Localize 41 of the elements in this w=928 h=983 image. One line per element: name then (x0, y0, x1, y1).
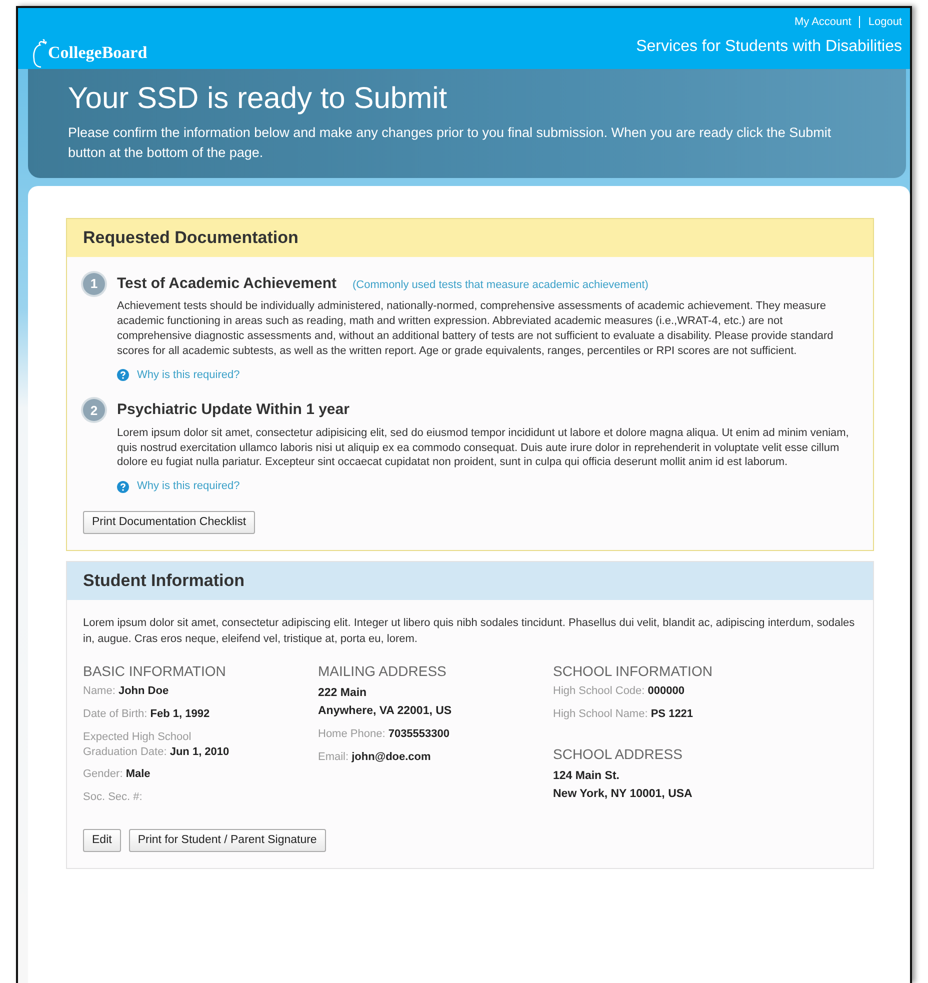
help-link[interactable]: Why is this required? (137, 478, 240, 495)
address-line: New York, NY 10001, USA (553, 786, 694, 802)
column-heading: SCHOOL INFORMATION (553, 663, 714, 680)
item-description: Achievement tests should be individually administered, nationally-normed, comprehensive assessments of academic achievement. They measure academic functioning in areas such as reading, math and written expression. Abbreviated academic measures (i.e.,WRAT-4, etc.) are not comprehensive diagnostic assessments and, without an additional battery of tests are not sufficient to evaluate a disability. Please provide standard scores for all academic subtests, as well as the written report. Age or grade equivalents, ranges, percentiles or RPI scores are not sufficient. (117, 299, 834, 359)
site-subtitle: Services for Students with Disabilities (636, 36, 902, 56)
page-title: Your SSD is ready to Submit (68, 81, 448, 117)
info-field: Home Phone: 7035553300 (318, 726, 553, 742)
header-link[interactable]: Logout (868, 14, 902, 30)
column-heading: MAILING ADDRESS (318, 663, 448, 680)
step-number: 1 (83, 272, 105, 295)
edit-button[interactable]: Edit (83, 829, 121, 852)
print-checklist-button[interactable]: Print Documentation Checklist (83, 510, 256, 534)
info-field: Gender: Male (83, 767, 248, 782)
address-line: Anywhere, VA 22001, US (318, 704, 453, 720)
section-intro: Lorem ipsum dolor sit amet, consectetur adipiscing elit. Integer ut libero quis nibh sodales tincidunt. Phasellus dui velit, blandit ac, adipiscing interdum, sodales in, augue. Cras eros neque, eleifend vel, tristique at, porta eu, lorem. (83, 616, 856, 647)
info-field: Soc. Sec. #: (83, 790, 248, 806)
column-heading: BASIC INFORMATION (83, 663, 227, 680)
info-field: Expected High School Graduation Date: Jun 1, 2010 (83, 730, 248, 760)
logo-text[interactable]: CollegeBoard (48, 40, 148, 65)
help-link[interactable]: Why is this required? (137, 366, 240, 384)
tests-link[interactable]: (Commonly used tests that measure academic achievement) (352, 276, 648, 294)
logo-icon (32, 39, 48, 69)
item-title: Psychiatric Update Within 1 year (117, 400, 350, 420)
address-line: 222 Main (318, 686, 368, 702)
info-field: Email: john@doe.com (318, 750, 553, 764)
help-icon[interactable] (117, 369, 129, 382)
instructions-text: Please confirm the information below and make any changes prior to you final submission. When you are ready click the Submit button at the bottom of the page. (68, 124, 832, 162)
header-link[interactable]: My Account (794, 14, 852, 30)
info-field: High School Name: PS 1221 (553, 706, 803, 722)
print-signature-button[interactable]: Print for Student / Parent Signature (128, 829, 326, 852)
help-icon[interactable] (117, 480, 129, 493)
item-title: Test of Academic Achievement (117, 274, 337, 294)
section-heading: Student Information (67, 562, 873, 600)
section-heading: Requested Documentation (67, 218, 873, 257)
info-field: Name: John Doe (83, 684, 248, 699)
info-field: High School Code: 000000 (553, 684, 803, 699)
address-line: 124 Main St. (553, 768, 620, 784)
item-description: Lorem ipsum dolor sit amet, consectetur adipisicing elit, sed do eiusmod tempor incididunt ut labore et dolore magna aliqua. Ut enim ad minim veniam, quis nostrud exercitation ullamco laboris nisi ut aliquip ex ea commodo consequat. Duis aute irure dolor in reprehenderit in voluptate velit esse cillum dolore eu fugiat nulla pariatur. Excepteur sint occaecat cupidatat non proident, sunt in culpa qui officia deserunt mollit anim id est laborum. (117, 426, 850, 470)
info-field: Date of Birth: Feb 1, 1992 (83, 706, 248, 722)
step-number: 2 (83, 399, 105, 422)
column-heading: SCHOOL ADDRESS (553, 746, 684, 762)
